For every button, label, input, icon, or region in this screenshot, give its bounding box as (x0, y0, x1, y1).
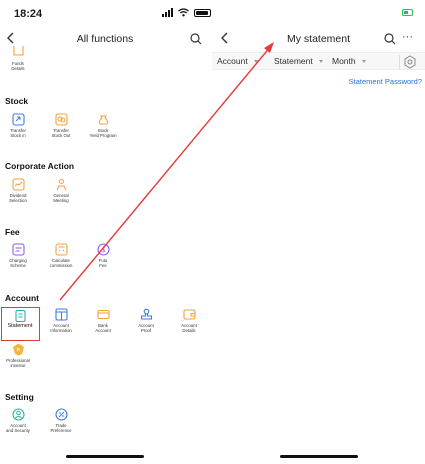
professional-investor-label: Professional investor (6, 358, 30, 369)
my-statement-screen: My statement ··· Account Statement Month (212, 0, 425, 464)
calculator-icon (54, 243, 68, 256)
calculate-commission-item[interactable]: Calculate commission (43, 243, 79, 269)
funds-details-item[interactable]: Funds Details (0, 46, 36, 72)
page-title: All functions (76, 33, 134, 45)
funds-details-label: Funds Details (11, 61, 25, 72)
calculate-commission-label: Calculate commission (49, 258, 73, 269)
account-proof-label: Account Proof (138, 323, 154, 334)
account-info-icon (54, 308, 68, 321)
statement-header: My statement ··· (212, 28, 425, 50)
scheme-icon (11, 243, 25, 256)
wallet-icon (182, 308, 196, 321)
bank-card-icon (96, 308, 110, 321)
battery-charging-icon (402, 9, 413, 16)
account-filter-label: Account (217, 56, 248, 66)
section-title-account: Account (5, 293, 39, 303)
account-filter[interactable]: Account (217, 56, 258, 66)
statement-label: Statement (7, 323, 33, 329)
dividend-selection-item[interactable]: Dividend Selection (0, 178, 36, 204)
account-information-item[interactable]: Account Information (43, 308, 79, 334)
account-proof-item[interactable]: Account Proof (128, 308, 164, 334)
transfer-stock-in-item[interactable]: Transfer Stock in (0, 113, 36, 139)
futu-fee-label: Futu Fee (98, 258, 108, 269)
section-title-stock: Stock (5, 96, 29, 106)
section-title-fee: Fee (5, 227, 20, 237)
screenshot-composite: 18:24 All functions Funds Details Stock … (0, 0, 425, 464)
wifi-icon (178, 8, 189, 17)
dollar-coin-icon: $ (96, 243, 110, 256)
bank-account-label: Bank Account (95, 323, 111, 334)
trade-preference-label: Trade Preference (50, 423, 72, 434)
funds-icon (12, 46, 25, 59)
home-indicator (280, 455, 358, 458)
search-icon[interactable] (190, 33, 202, 45)
account-details-item[interactable]: Account Details (171, 308, 207, 334)
section-title-setting: Setting (5, 392, 34, 402)
statement-icon (14, 309, 27, 323)
account-security-label: Account and Security (6, 423, 30, 434)
month-filter[interactable]: Month (332, 56, 366, 66)
account-details-label: Account Details (181, 323, 197, 334)
filter-divider (399, 55, 400, 69)
general-meeting-label: General Meeting (53, 193, 69, 204)
meeting-icon (55, 178, 68, 191)
svg-text:$: $ (101, 246, 105, 254)
pi-badge-icon: PI (12, 343, 25, 356)
bank-account-item[interactable]: Bank Account (85, 308, 121, 334)
stamp-icon (140, 308, 153, 321)
account-information-label: Account Information (50, 323, 72, 334)
transfer-out-icon (54, 113, 68, 126)
section-title-corporate: Corporate Action (5, 161, 75, 171)
status-time: 18:24 (14, 8, 43, 20)
statement-filter-label: Statement (274, 56, 313, 66)
battery-icon (194, 8, 211, 17)
futu-fee-item[interactable]: $ Futu Fee (85, 243, 121, 269)
stock-yield-label: Stock Yield Program (89, 128, 117, 139)
gear-icon[interactable] (403, 55, 417, 69)
charging-scheme-item[interactable]: Charging Scheme (0, 243, 36, 269)
transfer-in-icon (11, 113, 25, 126)
chevron-down-icon (318, 59, 323, 63)
month-filter-label: Month (332, 56, 356, 66)
signal-icon (162, 8, 173, 17)
transfer-stock-in-label: Transfer Stock in (10, 128, 26, 139)
chevron-down-icon (361, 59, 366, 63)
trade-preference-item[interactable]: Trade Preference (43, 408, 79, 434)
account-security-item[interactable]: Account and Security (0, 408, 36, 434)
professional-investor-item[interactable]: PI Professional investor (0, 343, 36, 369)
user-shield-icon (11, 408, 25, 421)
home-indicator (66, 455, 144, 458)
preference-icon (54, 408, 68, 421)
svg-text:PI: PI (16, 347, 20, 353)
statement-filter[interactable]: Statement (274, 56, 323, 66)
dividend-icon (11, 178, 25, 191)
statement-item[interactable]: Statement (2, 309, 38, 329)
transfer-stock-out-item[interactable]: Transfer Stock Out (43, 113, 79, 139)
all-functions-screen: 18:24 All functions Funds Details Stock … (0, 0, 211, 464)
more-icon[interactable]: ··· (402, 31, 413, 43)
transfer-stock-out-label: Transfer Stock Out (51, 128, 71, 139)
stock-yield-item[interactable]: Stock Yield Program (85, 113, 121, 139)
status-icons (162, 8, 211, 17)
dividend-selection-label: Dividend Selection (9, 193, 27, 204)
charging-scheme-label: Charging Scheme (9, 258, 27, 269)
statement-password-link[interactable]: Statement Password? (349, 77, 422, 86)
chevron-down-icon (253, 59, 258, 63)
filter-bar: Account Statement Month (212, 52, 425, 70)
general-meeting-item[interactable]: General Meeting (43, 178, 79, 204)
money-bag-icon (97, 113, 110, 126)
search-icon[interactable] (384, 33, 396, 45)
